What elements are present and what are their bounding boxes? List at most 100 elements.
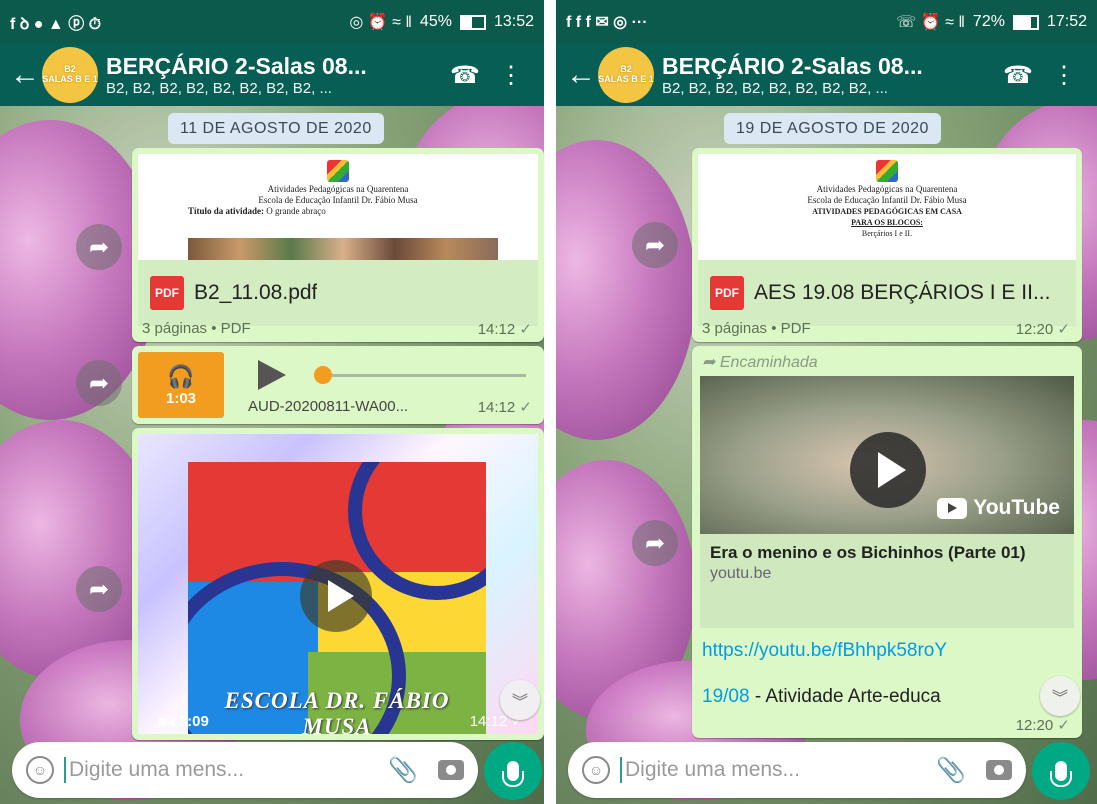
forwarded-icon: ➦ [702,354,716,371]
system-icons: ◎ ⏰ ≈ ‖ [349,14,412,31]
chat-header: ← B2 SALAS B E 1 BERÇÁRIO 2-Salas 08... … [556,44,1097,106]
more-options-icon[interactable]: ⋮ [488,61,534,90]
clock: 17:52 [1046,13,1087,30]
school-logo-icon [876,160,898,182]
emoji-icon[interactable]: ☺ [582,756,610,784]
forward-icon[interactable]: ➦ [76,224,122,270]
message-input[interactable] [67,757,375,783]
scroll-down-icon[interactable]: ︾ [500,680,540,720]
logo-caption: ESCOLA DR. FÁBIO MUSA [224,688,450,734]
group-avatar[interactable]: B2 SALAS B E 1 [598,47,654,103]
school-logo-icon [327,160,349,182]
chat-title-block[interactable]: BERÇÁRIO 2-Salas 08... B2, B2, B2, B2, B… [662,53,995,97]
camera-icon[interactable] [438,760,464,780]
play-icon[interactable] [258,360,286,390]
message-time: 14:12 [477,321,516,338]
link-preview-card[interactable]: Era o menino e os Bichinhos (Parte 01) y… [700,534,1074,628]
date-chip: 19 DE AGOSTO DE 2020 [724,113,941,144]
battery-percent: 45% [419,13,452,30]
text-caret [64,757,66,783]
message-time: 12:20 [1015,717,1054,734]
system-icons: ☏ ⏰ ≈ ‖ [896,14,965,31]
add-call-icon[interactable]: ☎ [442,61,488,90]
youtube-thumbnail[interactable]: YouTube [700,376,1074,534]
back-arrow-icon[interactable]: ← [10,60,42,90]
message-time: 14:12 [469,713,508,730]
notification-icons: f f f ✉ ◎ ··· [566,14,648,31]
date-chip: 11 DE AGOSTO DE 2020 [168,113,384,144]
youtube-logo: YouTube [937,496,1060,520]
battery-percent: 72% [972,13,1005,30]
preview-line: Berçários I e II. [861,229,913,238]
audio-duration: 1:03 [165,389,197,407]
document-meta: 3 páginas • PDF [142,320,251,337]
scroll-down-icon[interactable]: ︾ [1040,676,1080,716]
headphones-icon: 🎧 [167,363,195,389]
audio-message: 🎧 1:03 AUD-20200811-WA00... 14:12 ✓ [132,346,544,424]
mic-button[interactable] [484,742,542,800]
attach-icon[interactable]: 📎 [936,756,966,785]
message-time: 12:20 [1015,321,1054,338]
preview-title-value: O grande abraço [266,206,326,216]
pdf-icon: PDF [150,276,184,310]
forward-icon[interactable]: ➦ [76,566,122,612]
message-composer: ☺ 📎 [568,742,1026,798]
chat-header: ← B2 SALAS B E 1 BERÇÁRIO 2-Salas 08... … [0,44,544,106]
camera-icon[interactable] [986,760,1012,780]
sent-check-icon: ✓ [1057,717,1070,734]
seek-handle[interactable] [314,366,332,384]
video-camera-icon: ■◂ [158,713,175,730]
sent-check-icon: ✓ [519,399,532,416]
sent-check-icon: ✓ [519,321,532,338]
group-title: BERÇÁRIO 2-Salas 08... [662,53,923,79]
battery-icon [1012,14,1039,30]
url-link[interactable]: https://youtu.be/fBhhpk58roY [702,640,947,662]
attach-icon[interactable]: 📎 [388,756,418,785]
video-play-icon[interactable] [300,560,372,632]
video-play-icon[interactable] [850,432,926,508]
document-message[interactable]: Atividades Pedagógicas na Quarentena Esc… [132,148,544,342]
document-name: B2_11.08.pdf [194,281,318,304]
document-preview: Atividades Pedagógicas na Quarentena Esc… [698,154,1076,260]
forward-icon[interactable]: ➦ [632,520,678,566]
avatar-line2: SALAS B E 1 [598,74,654,84]
forward-icon[interactable]: ➦ [632,222,678,268]
message-composer: ☺ 📎 [12,742,478,798]
pdf-icon: PDF [710,276,744,310]
add-call-icon[interactable]: ☎ [995,61,1041,90]
forward-icon[interactable]: ➦ [76,360,122,406]
preview-line: ATIVIDADES PEDAGÓGICAS EM CASA [812,207,962,216]
preview-line: Atividades Pedagógicas na Quarentena [267,184,409,194]
group-members: B2, B2, B2, B2, B2, B2, B2, B2, ... [106,80,332,97]
document-message[interactable]: Atividades Pedagógicas na Quarentena Esc… [692,148,1082,342]
emoji-icon[interactable]: ☺ [26,756,54,784]
right-phone-screen: f f f ✉ ◎ ··· ☏ ⏰ ≈ ‖ 72% 17:52 ← B2 SAL… [556,0,1097,804]
text-caret [620,757,622,783]
preview-line: Escola de Educação Infantil Dr. Fábio Mu… [258,195,418,205]
link-title: Era o menino e os Bichinhos (Parte 01) [710,543,1026,562]
status-bar: f f f ✉ ◎ ··· ☏ ⏰ ≈ ‖ 72% 17:52 [556,0,1097,44]
link-domain: youtu.be [710,565,772,582]
preview-title-label: Título da atividade: [188,206,265,216]
preview-line: Atividades Pedagógicas na Quarentena [816,184,958,194]
back-arrow-icon[interactable]: ← [566,60,598,90]
chat-title-block[interactable]: BERÇÁRIO 2-Salas 08... B2, B2, B2, B2, B… [106,53,442,97]
mic-button[interactable] [1032,742,1090,800]
date-link[interactable]: 19/08 [702,686,750,707]
left-phone-screen: f ꝺ ● ▲ ⓟ ⏱ ◎ ⏰ ≈ ‖ 45% 13:52 ← B2 SALAS… [0,0,544,804]
battery-fill [461,16,472,28]
avatar-line2: SALAS B E 1 [42,74,98,84]
preview-photos [188,238,498,260]
more-options-icon[interactable]: ⋮ [1041,61,1087,90]
document-name: AES 19.08 BERÇÁRIOS I E II... [754,281,1051,304]
video-thumbnail[interactable]: ESCOLA DR. FÁBIO MUSA ■◂ 3:09 14:12 ✓ [138,434,538,734]
sent-check-icon: ✓ [1057,321,1070,338]
youtube-icon [937,497,968,519]
group-avatar[interactable]: B2 SALAS B E 1 [42,47,98,103]
audio-seekbar[interactable] [314,374,526,377]
message-input[interactable] [623,757,923,783]
message-time: 14:12 [477,399,516,416]
video-message[interactable]: ESCOLA DR. FÁBIO MUSA ■◂ 3:09 14:12 ✓ [132,428,544,740]
message-text-rest: - Atividade Arte-educa [749,686,941,707]
document-file-row: PDF B2_11.08.pdf [138,260,538,326]
